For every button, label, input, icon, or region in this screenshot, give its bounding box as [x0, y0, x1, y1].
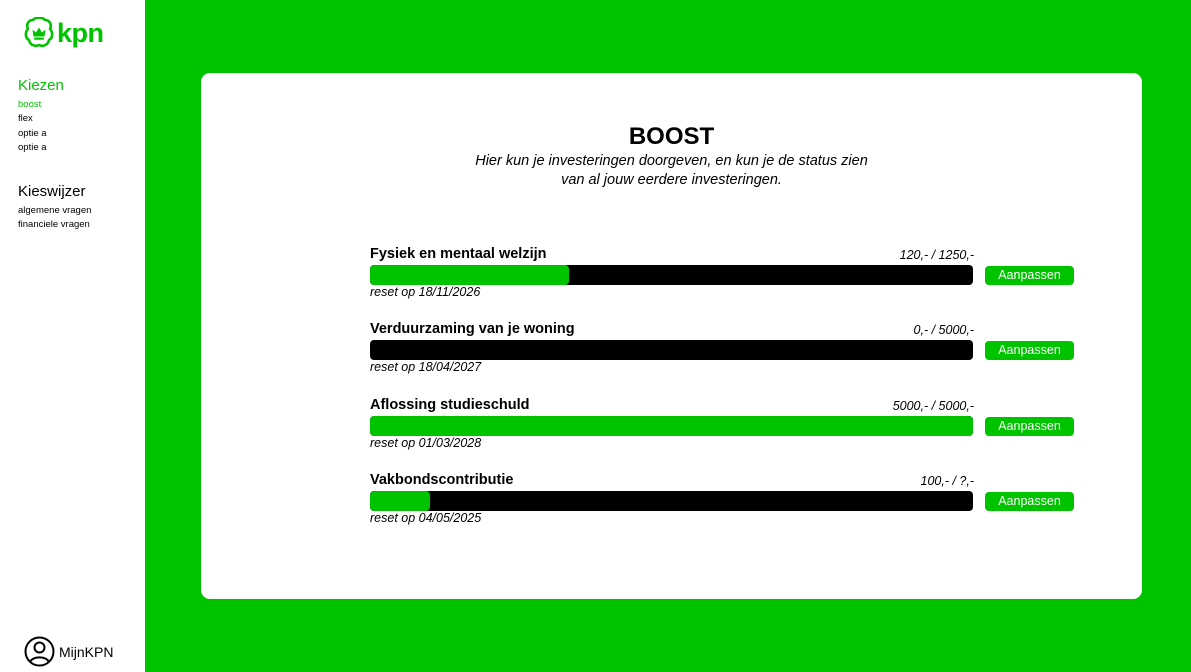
goal-name: Fysiek en mentaal welzijn	[370, 246, 547, 262]
sidebar-item-boost[interactable]: boost	[18, 98, 64, 112]
goal-aflossing-studieschuld: Aflossing studieschuld 5000,- / 5000,- r…	[370, 396, 1074, 458]
sidebar-item-financiele-vragen[interactable]: financiele vragen	[18, 218, 91, 232]
goal-reset-date: reset op 18/11/2026	[370, 285, 481, 299]
sidebar-item-optie-a-2[interactable]: optie a	[18, 141, 64, 155]
adjust-button[interactable]: Aanpassen	[985, 417, 1074, 436]
boost-panel: BOOST Hier kun je investeringen doorgeve…	[201, 73, 1142, 599]
goal-verduurzaming-van-je-woning: Verduurzaming van je woning 0,- / 5000,-…	[370, 320, 1074, 382]
goal-reset-date: reset op 18/04/2027	[370, 360, 482, 374]
goal-name: Vakbondscontributie	[370, 472, 514, 488]
sidebar: kpn Kiezen boost flex optie a optie a Ki…	[0, 0, 145, 672]
goal-reset-date: reset op 01/03/2028	[370, 436, 482, 450]
adjust-button[interactable]: Aanpassen	[985, 266, 1074, 285]
goal-name: Aflossing studieschuld	[370, 397, 530, 413]
kpn-crown-logo-icon	[24, 17, 54, 48]
nav-group-title-kieswijzer: Kieswijzer	[18, 183, 86, 200]
account-link[interactable]: MijnKPN	[24, 636, 113, 667]
goal-amount: 5000,- / 5000,-	[892, 399, 974, 413]
nav-group-kieswijzer: Kieswijzer algemene vragen financiele vr…	[18, 183, 91, 233]
account-label: MijnKPN	[59, 643, 114, 660]
goal-progress-fill	[370, 491, 431, 511]
brand-name: kpn	[57, 17, 104, 48]
goal-progress-bar	[370, 340, 973, 360]
nav-group-title-kiezen: Kiezen	[18, 77, 64, 94]
sidebar-item-optie-a[interactable]: optie a	[18, 127, 64, 141]
user-avatar-icon	[24, 636, 55, 667]
goal-reset-date: reset op 04/05/2025	[370, 511, 482, 525]
page-subtitle-line-1: Hier kun je investeringen doorgeven, en …	[475, 153, 868, 169]
goal-progress-bar	[370, 416, 973, 436]
goal-progress-fill	[370, 416, 973, 436]
page-subtitle-line-2: van al jouw eerdere investeringen.	[561, 172, 782, 188]
goal-fysiek-en-mentaal-welzijn: Fysiek en mentaal welzijn 120,- / 1250,-…	[370, 245, 1074, 307]
goal-amount: 120,- / 1250,-	[899, 248, 974, 262]
kpn-logo[interactable]: kpn	[24, 17, 104, 49]
page-title: BOOST	[628, 123, 715, 150]
goal-name: Verduurzaming van je woning	[370, 321, 575, 337]
adjust-button[interactable]: Aanpassen	[985, 492, 1074, 511]
page-subtitle: Hier kun je investeringen doorgeven, en …	[201, 152, 1142, 190]
adjust-button[interactable]: Aanpassen	[985, 341, 1074, 360]
goal-vakbondscontributie: Vakbondscontributie 100,- / ?,- reset op…	[370, 471, 1074, 533]
goal-progress-fill	[370, 265, 569, 285]
goal-amount: 0,- / 5000,-	[913, 323, 974, 337]
sidebar-item-algemene-vragen[interactable]: algemene vragen	[18, 204, 91, 218]
goal-progress-bar	[370, 265, 973, 285]
sidebar-item-flex[interactable]: flex	[18, 112, 64, 126]
goal-amount: 100,- / ?,-	[920, 474, 975, 488]
goal-progress-bar	[370, 491, 973, 511]
nav-group-kiezen: Kiezen boost flex optie a optie a	[18, 77, 64, 155]
